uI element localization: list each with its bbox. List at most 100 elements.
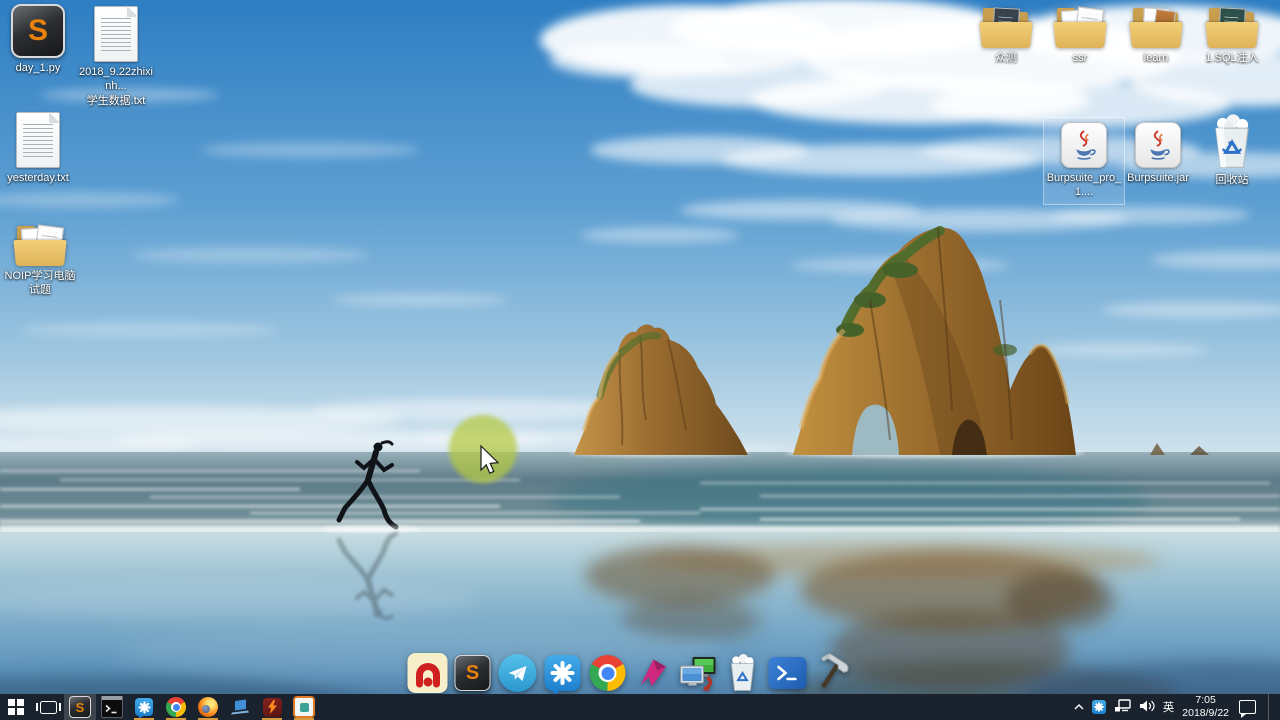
sublime-s-glyph: S <box>27 14 48 47</box>
recycle-bin-full-icon <box>1215 114 1249 168</box>
dock-item-hammer[interactable] <box>813 653 853 693</box>
sublime-text-icon: S <box>11 4 65 58</box>
wallpaper-beach-rocks <box>0 0 1280 720</box>
desktop-icon-label: 2018_9.22zhixinh... 学生数据.txt <box>76 65 156 108</box>
sublime-text-icon: S <box>454 655 491 691</box>
laptop-icon <box>231 699 249 714</box>
taskbar-item-laptop-app[interactable] <box>224 694 256 720</box>
java-jar-icon <box>1061 122 1107 168</box>
desktop: S day_1.py 2018_9.22zhixinh... 学生数据.txt … <box>0 0 1280 720</box>
taskbar-item-snipaste[interactable] <box>128 694 160 720</box>
asterisk-icon <box>544 655 581 696</box>
desktop-icon-label: yesterday.txt <box>7 172 69 184</box>
folder-front <box>979 21 1033 48</box>
folder-icon <box>1053 6 1107 48</box>
desktop-icon-label: Burpsuite_pro_1.... <box>1046 172 1122 199</box>
taskbar-item-chrome[interactable] <box>160 694 192 720</box>
desktop-icon-yesterday-txt[interactable]: yesterday.txt <box>0 112 76 185</box>
start-button[interactable] <box>0 694 32 720</box>
sublime-s-glyph: S <box>75 699 85 715</box>
label-line-1: 2018_9.22zhixinh... <box>78 66 153 93</box>
desktop-icon-folder-sql-injection[interactable]: 1.SQL注入 <box>1192 7 1272 65</box>
flame-icon <box>262 697 282 717</box>
dock-item-remote-desktop[interactable] <box>678 653 718 693</box>
network-icon[interactable] <box>1114 699 1131 715</box>
folder-front <box>13 239 67 266</box>
text-file-icon <box>16 112 60 168</box>
desktop-icon-label: NOIP学习电脑试题 <box>4 270 76 297</box>
dual-monitors-icon <box>680 657 716 691</box>
dock-item-recycle-bin[interactable] <box>723 653 763 693</box>
label-line-2: 学生数据.txt <box>86 94 146 107</box>
taskbar-clock[interactable]: 7:05 2018/9/22 <box>1182 694 1229 719</box>
dock-item-telegram[interactable] <box>498 653 538 693</box>
dock-item-snipaste[interactable] <box>543 653 583 696</box>
taskbar-item-sublime-text[interactable]: S <box>64 694 96 720</box>
clock-time: 7:05 <box>1195 694 1216 707</box>
dock-item-red-arch-app[interactable] <box>407 653 448 693</box>
desktop-icon-folder-learn[interactable]: e learn <box>1120 7 1192 65</box>
powershell-icon <box>768 657 807 689</box>
desktop-icon-folder-zhongce[interactable]: 众测 <box>970 7 1042 65</box>
dock-item-powershell[interactable] <box>768 653 808 693</box>
asterisk-icon <box>135 698 153 719</box>
clock-date: 2018/9/22 <box>1182 707 1229 719</box>
java-cup-glyph <box>1076 130 1096 160</box>
dock-item-sublime-text[interactable]: S <box>453 653 493 693</box>
command-prompt-icon <box>101 696 123 718</box>
sublime-s-glyph: S <box>465 661 480 684</box>
desktop-icon-burpsuite-jar[interactable]: Burpsuite.jar <box>1120 118 1196 189</box>
text-file-icon <box>94 6 138 62</box>
snipaste-tray-icon[interactable] <box>1091 700 1106 714</box>
taskbar-item-firefox[interactable] <box>192 694 224 720</box>
taskbar-item-command-prompt[interactable] <box>96 694 128 720</box>
taskbar-item-vmware-app[interactable] <box>288 694 320 720</box>
chrome-icon <box>166 697 186 717</box>
folder-front <box>1053 21 1107 48</box>
recycle-bin-full-icon <box>730 654 755 691</box>
folder-with-documents-icon: e <box>13 224 67 266</box>
task-view-button[interactable] <box>32 694 64 720</box>
desktop-icon-label: learn <box>1143 52 1169 64</box>
dock-item-chrome[interactable] <box>588 653 628 693</box>
desktop-icon-label: Burpsuite.jar <box>1127 172 1189 184</box>
telegram-icon <box>498 654 537 692</box>
desktop-icon-label: 众测 <box>995 52 1017 64</box>
desktop-icon-folder-ssr[interactable]: ssr <box>1044 6 1116 65</box>
desktop-icon-label: ssr <box>1072 52 1088 64</box>
desktop-icon-label: 回收站 <box>1215 174 1249 186</box>
dock-item-magenta-plane[interactable] <box>633 653 673 693</box>
folder-icon: e <box>1129 7 1183 48</box>
action-center-icon[interactable] <box>1239 700 1256 718</box>
volume-icon[interactable] <box>1139 700 1155 715</box>
desktop-icon-label: 1.SQL注入 <box>1205 52 1259 64</box>
desktop-icon-day1-py[interactable]: S day_1.py <box>0 4 76 75</box>
input-language-indicator[interactable]: 英 <box>1163 699 1175 715</box>
windows-logo-icon <box>8 699 24 715</box>
folder-icon <box>979 7 1033 48</box>
desktop-icon-noip-folder[interactable]: e NOIP学习电脑试题 <box>0 224 80 298</box>
folder-front <box>1205 21 1259 48</box>
task-view-icon <box>35 700 61 714</box>
nested-squares-icon <box>293 696 315 718</box>
desktop-icon-burpsuite-pro-jar[interactable]: Burpsuite_pro_1.... <box>1043 117 1125 205</box>
sublime-text-icon: S <box>69 696 91 718</box>
desktop-icon-student-data-txt[interactable]: 2018_9.22zhixinh... 学生数据.txt <box>76 6 156 108</box>
show-desktop-button[interactable] <box>1268 694 1274 720</box>
red-arch-icon <box>407 653 448 693</box>
folder-front <box>1129 21 1183 48</box>
java-jar-icon <box>1135 122 1181 168</box>
java-cup-glyph <box>1150 130 1170 160</box>
taskbar: S 英 7:05 2018/9/22 <box>0 694 1280 720</box>
dock: S <box>407 653 853 696</box>
magenta-paper-plane-icon <box>640 659 666 687</box>
firefox-icon <box>198 697 218 717</box>
desktop-icon-recycle-bin[interactable]: 回收站 <box>1196 114 1268 187</box>
desktop-icon-label: day_1.py <box>15 62 61 74</box>
folder-icon <box>1205 7 1259 48</box>
hammer-icon <box>820 653 849 688</box>
taskbar-item-flame-box-app[interactable] <box>256 694 288 720</box>
chrome-icon <box>589 655 626 691</box>
hidden-icons-chevron[interactable] <box>1074 701 1084 713</box>
system-tray: 英 7:05 2018/9/22 <box>1068 694 1280 720</box>
